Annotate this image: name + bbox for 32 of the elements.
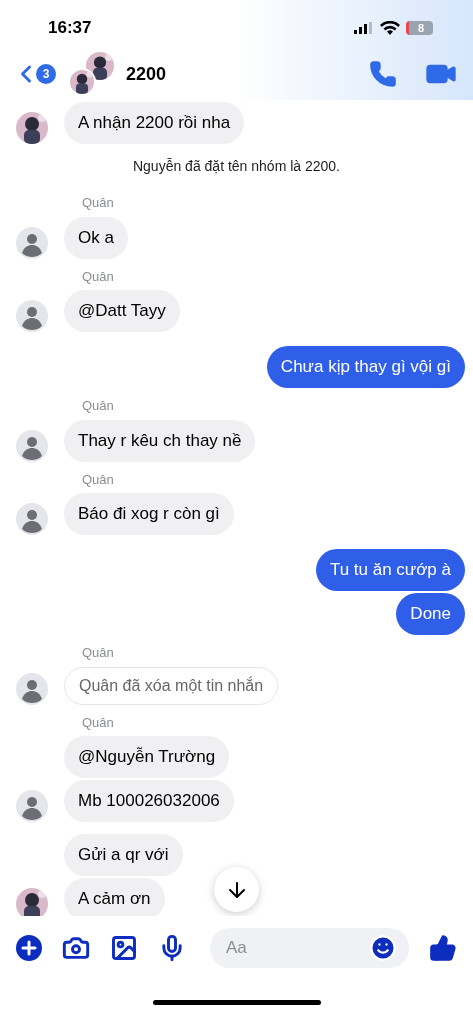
wifi-icon (380, 21, 400, 35)
camera-icon[interactable] (62, 934, 90, 962)
message-field[interactable]: Aa (210, 928, 409, 968)
signal-icon (354, 22, 374, 34)
thumbs-up-icon[interactable] (429, 934, 457, 962)
chat-title[interactable]: 2200 (126, 60, 167, 88)
received-message[interactable]: A cảm ơn (64, 878, 165, 916)
sent-message[interactable]: Chưa kịp thay gì vội gì (266, 346, 465, 388)
sender-name: Quân (82, 194, 115, 212)
system-message: Nguyễn đã đặt tên nhóm là 2200. (132, 157, 340, 176)
back-button[interactable]: 3 (12, 60, 56, 88)
sender-name: Quân (82, 470, 115, 489)
sender-name: Quân (82, 267, 115, 286)
sender-name: Quân (82, 644, 115, 662)
scroll-down-button[interactable] (214, 867, 259, 912)
received-message[interactable]: Ok a (64, 216, 128, 259)
image-icon[interactable] (110, 934, 138, 962)
sender-name: Quân (82, 713, 115, 732)
received-message[interactable]: @Nguyễn Trường (64, 736, 230, 778)
received-message[interactable]: A nhận 2200 rồi nha (64, 102, 245, 144)
received-message[interactable]: @Datt Tayy (64, 290, 180, 332)
battery-indicator: 8 (406, 21, 433, 35)
received-message[interactable]: Thay r kêu ch thay nề (64, 419, 256, 462)
received-message[interactable]: Gửi a qr với (64, 834, 183, 876)
received-message[interactable]: Mb 100026032006 (64, 780, 234, 822)
sender-name: Quân (82, 397, 115, 415)
sent-message[interactable]: Done (396, 593, 465, 635)
status-time: 16:37 (48, 17, 92, 40)
phone-icon[interactable] (369, 60, 397, 88)
received-message[interactable]: Báo đi xog r còn gì (64, 493, 234, 535)
sent-message[interactable]: Tu tu ăn cướp à (315, 549, 465, 591)
plus-icon[interactable] (16, 935, 42, 961)
